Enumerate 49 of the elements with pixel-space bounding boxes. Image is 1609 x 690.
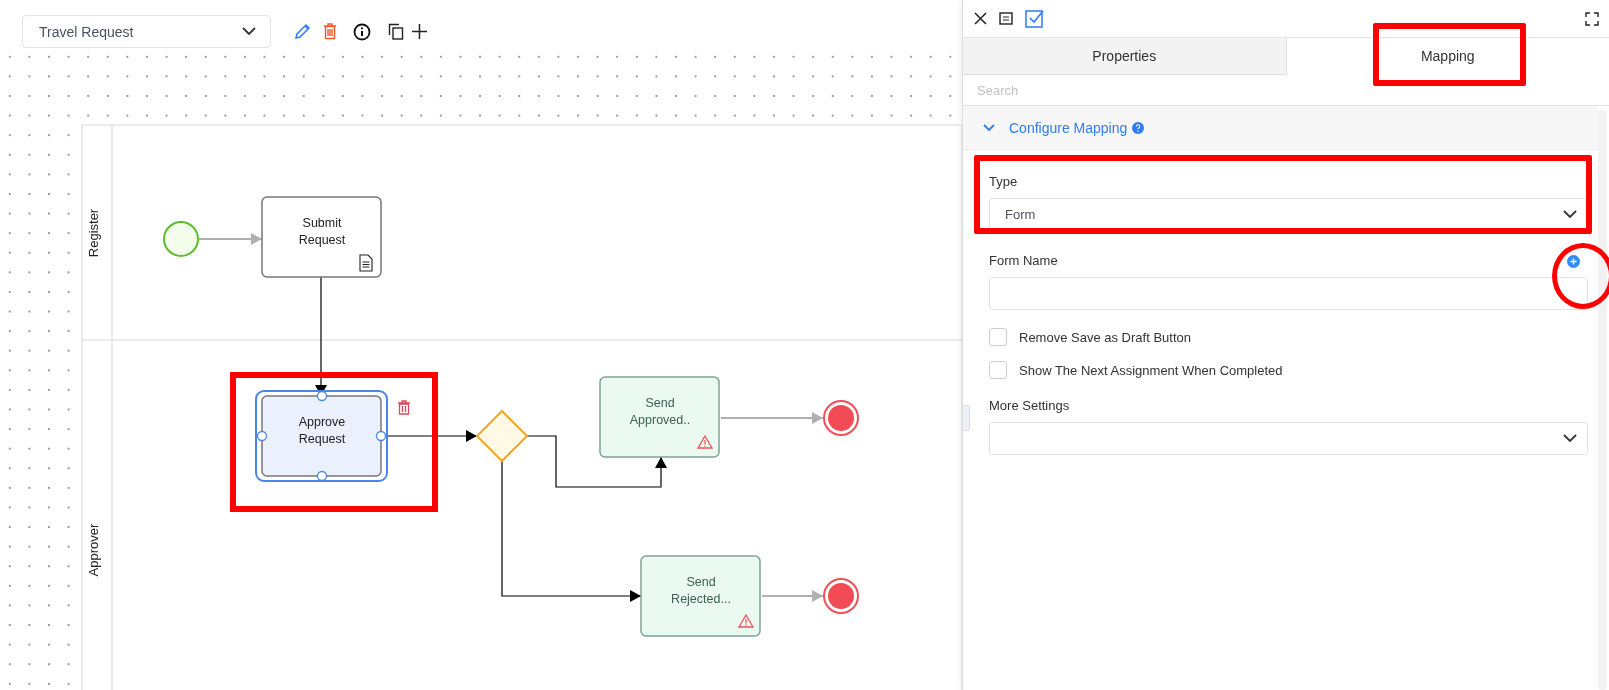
resize-handle[interactable] (316, 470, 328, 482)
field-label: Type (989, 174, 1018, 189)
add-icon[interactable] (409, 21, 429, 42)
section-title: Configure Mapping (1009, 119, 1128, 136)
end-event (823, 578, 859, 614)
select-field[interactable] (989, 422, 1588, 455)
edit-icon[interactable] (292, 21, 312, 42)
checklist-icon[interactable] (1025, 9, 1044, 28)
resize-handle[interactable] (316, 390, 328, 402)
connector-arrow (761, 590, 824, 602)
close-icon[interactable] (974, 12, 987, 25)
start-event (163, 221, 199, 257)
drag-handle[interactable] (962, 405, 970, 431)
chevron-down-icon (1563, 210, 1577, 219)
copy-icon[interactable] (386, 21, 406, 42)
checkbox[interactable] (989, 328, 1007, 346)
task-label: Approve Request (298, 415, 346, 446)
process-dropdown[interactable]: Travel Request (22, 15, 271, 48)
window-icon[interactable] (999, 12, 1013, 25)
panel-tab[interactable]: Properties (963, 37, 1286, 75)
info-icon[interactable] (352, 21, 372, 42)
input-field[interactable] (989, 277, 1588, 310)
document-icon (359, 254, 373, 272)
scrollbar[interactable] (1598, 110, 1607, 690)
resize-handle[interactable] (256, 430, 268, 442)
field-label: Form Name (989, 253, 1058, 268)
checkbox-label: Remove Save as Draft Button (1019, 329, 1191, 345)
task-label: Submit Request (298, 216, 346, 247)
task-label: Send Approved.. (629, 396, 691, 427)
connector-arrow (198, 233, 263, 245)
search-field[interactable]: Search (963, 75, 1609, 106)
lane-label: Register (86, 208, 101, 258)
trash-icon[interactable] (397, 400, 411, 415)
gateway-diamond (475, 409, 529, 463)
help-icon[interactable] (1132, 121, 1145, 134)
task-label: Send Rejected... (671, 575, 731, 606)
field-label: More Settings (989, 398, 1070, 413)
warning-icon (696, 434, 714, 449)
fullscreen-icon[interactable] (1585, 11, 1599, 26)
end-event (823, 400, 859, 436)
lane-label: Approver (86, 523, 101, 577)
checkbox-label: Show The Next Assignment When Completed (1019, 362, 1283, 378)
panel-tab[interactable]: Mapping (1285, 37, 1609, 75)
warning-icon (737, 613, 755, 628)
chevron-down-icon (1563, 434, 1577, 443)
resize-handle[interactable] (375, 430, 387, 442)
chevron-down-icon (242, 27, 256, 36)
checkbox[interactable] (989, 361, 1007, 379)
chevron-down-icon[interactable] (983, 123, 995, 132)
